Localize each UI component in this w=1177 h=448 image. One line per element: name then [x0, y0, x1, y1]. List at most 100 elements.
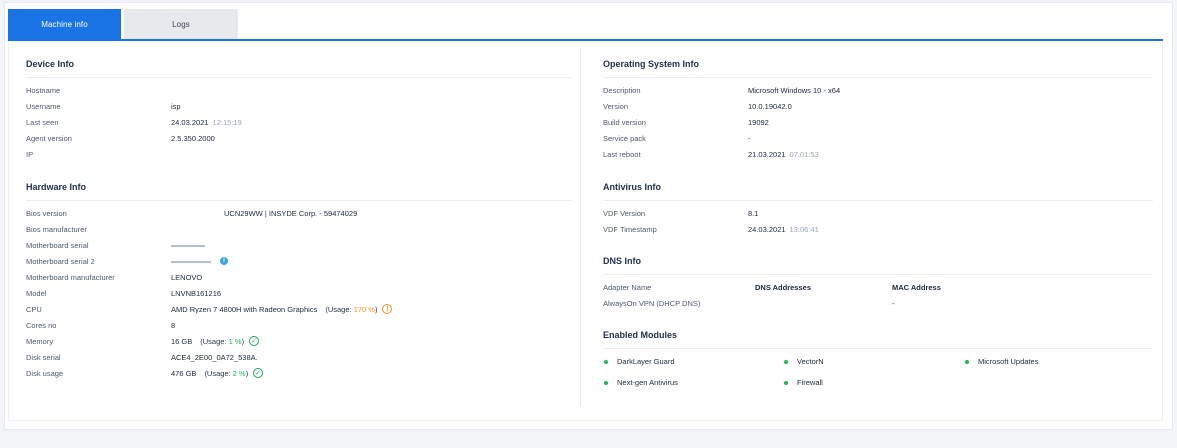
module-status-dot — [784, 381, 788, 385]
memory-row: Memory 16 GB (Usage: 1 %) ✓ — [26, 335, 571, 347]
memory-label: Memory — [26, 336, 54, 346]
agent-version-row: Agent version 2.5.350.2000 — [26, 132, 571, 144]
dns-header-addresses: DNS Addresses — [755, 282, 811, 292]
info-icon[interactable]: i — [220, 257, 228, 265]
last-reboot-row: Last reboot 21.03.2021 07:01:53 — [603, 148, 1153, 160]
cpu-name: AMD Ryzen 7 4800H with Radeon Graphics — [171, 304, 318, 314]
column-divider — [580, 48, 581, 406]
service-pack-row: Service pack - — [603, 132, 1153, 144]
service-pack-value: - — [748, 133, 751, 143]
usage-prefix: (Usage: — [204, 368, 231, 378]
os-description-label: Description — [603, 85, 641, 95]
build-version-value: 19092 — [748, 117, 769, 127]
os-info-divider — [603, 77, 1153, 78]
motherboard-manufacturer-row: Motherboard manufacturer LENOVO — [26, 271, 571, 283]
vdf-version-value: 8.1 — [748, 208, 759, 218]
motherboard-manufacturer-value: LENOVO — [171, 272, 203, 282]
disk-usage: (Usage: 2 %) — [204, 369, 248, 378]
disk-size: 476 GB — [171, 368, 197, 378]
hostname-label: Hostname — [26, 85, 61, 95]
antivirus-info-title: Antivirus Info — [603, 182, 661, 192]
vdf-timestamp-value: 24.03.2021 13:06:41 — [748, 225, 819, 234]
device-info-title: Device Info — [26, 59, 75, 69]
usage-prefix: (Usage: — [200, 336, 227, 346]
memory-size: 16 GB — [171, 336, 193, 346]
cpu-value: AMD Ryzen 7 4800H with Radeon Graphics (… — [171, 304, 393, 314]
vdf-timestamp-date: 24.03.2021 — [748, 224, 786, 234]
usage-suffix: ) — [241, 336, 245, 346]
dns-table-row: AlwaysOn VPN (DHCP DNS) - — [603, 297, 1153, 309]
usage-suffix: ) — [245, 368, 249, 378]
last-seen-time: 12:15:19 — [212, 117, 242, 127]
last-reboot-value: 21.03.2021 07:01:53 — [748, 150, 819, 159]
disk-serial-row: Disk serial ACE4_2E00_0A72_538A. — [26, 351, 571, 363]
ip-row: IP — [26, 148, 571, 160]
dns-mac-value: - — [892, 298, 895, 308]
module-next-gen-antivirus: Next-gen Antivirus — [617, 378, 678, 387]
warning-circle-icon[interactable]: ! — [382, 304, 393, 314]
os-version-label: Version — [603, 101, 629, 111]
dns-info-title: DNS Info — [603, 256, 641, 266]
bios-version-row: Bios version UCN29WW | INSYDE Corp. - 59… — [26, 207, 571, 219]
bios-version-value: UCN29WW | INSYDE Corp. - 59474029 — [224, 208, 358, 218]
tab-bar: Machine info Logs — [8, 9, 238, 40]
last-seen-value: 24.03.2021 12:15:19 — [171, 118, 242, 127]
hardware-info-divider — [26, 200, 571, 201]
cores-row: Cores no 8 — [26, 319, 571, 331]
model-row: Model LNVNB161216 — [26, 287, 571, 299]
agent-version-value: 2.5.350.2000 — [171, 133, 215, 143]
model-label: Model — [26, 288, 47, 298]
model-value: LNVNB161216 — [171, 288, 222, 298]
cpu-usage: (Usage: 170 %) — [325, 305, 377, 314]
service-pack-label: Service pack — [603, 133, 646, 143]
bios-manufacturer-label: Bios manufacturer — [26, 224, 87, 234]
last-seen-row: Last seen 24.03.2021 12:15:19 — [26, 116, 571, 128]
tab-logs[interactable]: Logs — [124, 9, 238, 40]
last-reboot-label: Last reboot — [603, 149, 641, 159]
memory-usage-percent: 1 % — [228, 336, 242, 346]
last-seen-label: Last seen — [26, 117, 59, 127]
hardware-info-title: Hardware Info — [26, 182, 87, 192]
build-version-label: Build version — [603, 117, 646, 127]
check-circle-icon: ✓ — [249, 336, 260, 346]
username-label: Username — [26, 101, 61, 111]
dns-table-header: Adapter Name DNS Addresses MAC Address — [603, 281, 1153, 293]
motherboard-serial-value — [171, 243, 205, 247]
last-reboot-time: 07:01:53 — [789, 149, 819, 159]
vdf-timestamp-label: VDF Timestamp — [603, 224, 657, 234]
module-microsoft-updates: Microsoft Updates — [978, 357, 1039, 366]
build-version-row: Build version 19092 — [603, 116, 1153, 128]
last-reboot-date: 21.03.2021 — [748, 149, 786, 159]
enabled-modules-title: Enabled Modules — [603, 330, 678, 340]
usage-prefix: (Usage: — [325, 304, 352, 314]
memory-value: 16 GB (Usage: 1 %) ✓ — [171, 336, 260, 346]
motherboard-serial2-value: i — [171, 257, 228, 265]
bios-manufacturer-row: Bios manufacturer — [26, 223, 571, 235]
agent-version-label: Agent version — [26, 133, 72, 143]
username-row: Username isp — [26, 100, 571, 112]
disk-usage-value: 476 GB (Usage: 2 %) ✓ — [171, 368, 264, 378]
disk-serial-label: Disk serial — [26, 352, 61, 362]
memory-usage: (Usage: 1 %) — [200, 337, 244, 346]
disk-usage-percent: 2 % — [232, 368, 246, 378]
tab-machine-info[interactable]: Machine info — [8, 9, 121, 40]
cpu-usage-percent: 170 % — [353, 304, 375, 314]
module-status-dot — [604, 360, 608, 364]
os-version-value: 10.0.19042.0 — [748, 101, 792, 111]
device-info-divider — [26, 77, 571, 78]
username-value: isp — [171, 101, 181, 111]
masked-value — [171, 261, 211, 263]
motherboard-serial-row: Motherboard serial — [26, 239, 571, 251]
cores-label: Cores no — [26, 320, 57, 330]
enabled-modules-divider — [603, 348, 1153, 349]
check-circle-icon: ✓ — [253, 368, 264, 378]
vdf-timestamp-row: VDF Timestamp 24.03.2021 13:06:41 — [603, 223, 1153, 235]
masked-value — [171, 245, 205, 247]
vdf-timestamp-time: 13:06:41 — [789, 224, 819, 234]
os-description-row: Description Microsoft Windows 10 - x64 — [603, 84, 1153, 96]
hostname-row: Hostname — [26, 84, 571, 96]
cpu-label: CPU — [26, 304, 42, 314]
module-vectorn: VectorN — [797, 357, 824, 366]
disk-usage-row: Disk usage 476 GB (Usage: 2 %) ✓ — [26, 367, 571, 379]
vdf-version-row: VDF Version 8.1 — [603, 207, 1153, 219]
